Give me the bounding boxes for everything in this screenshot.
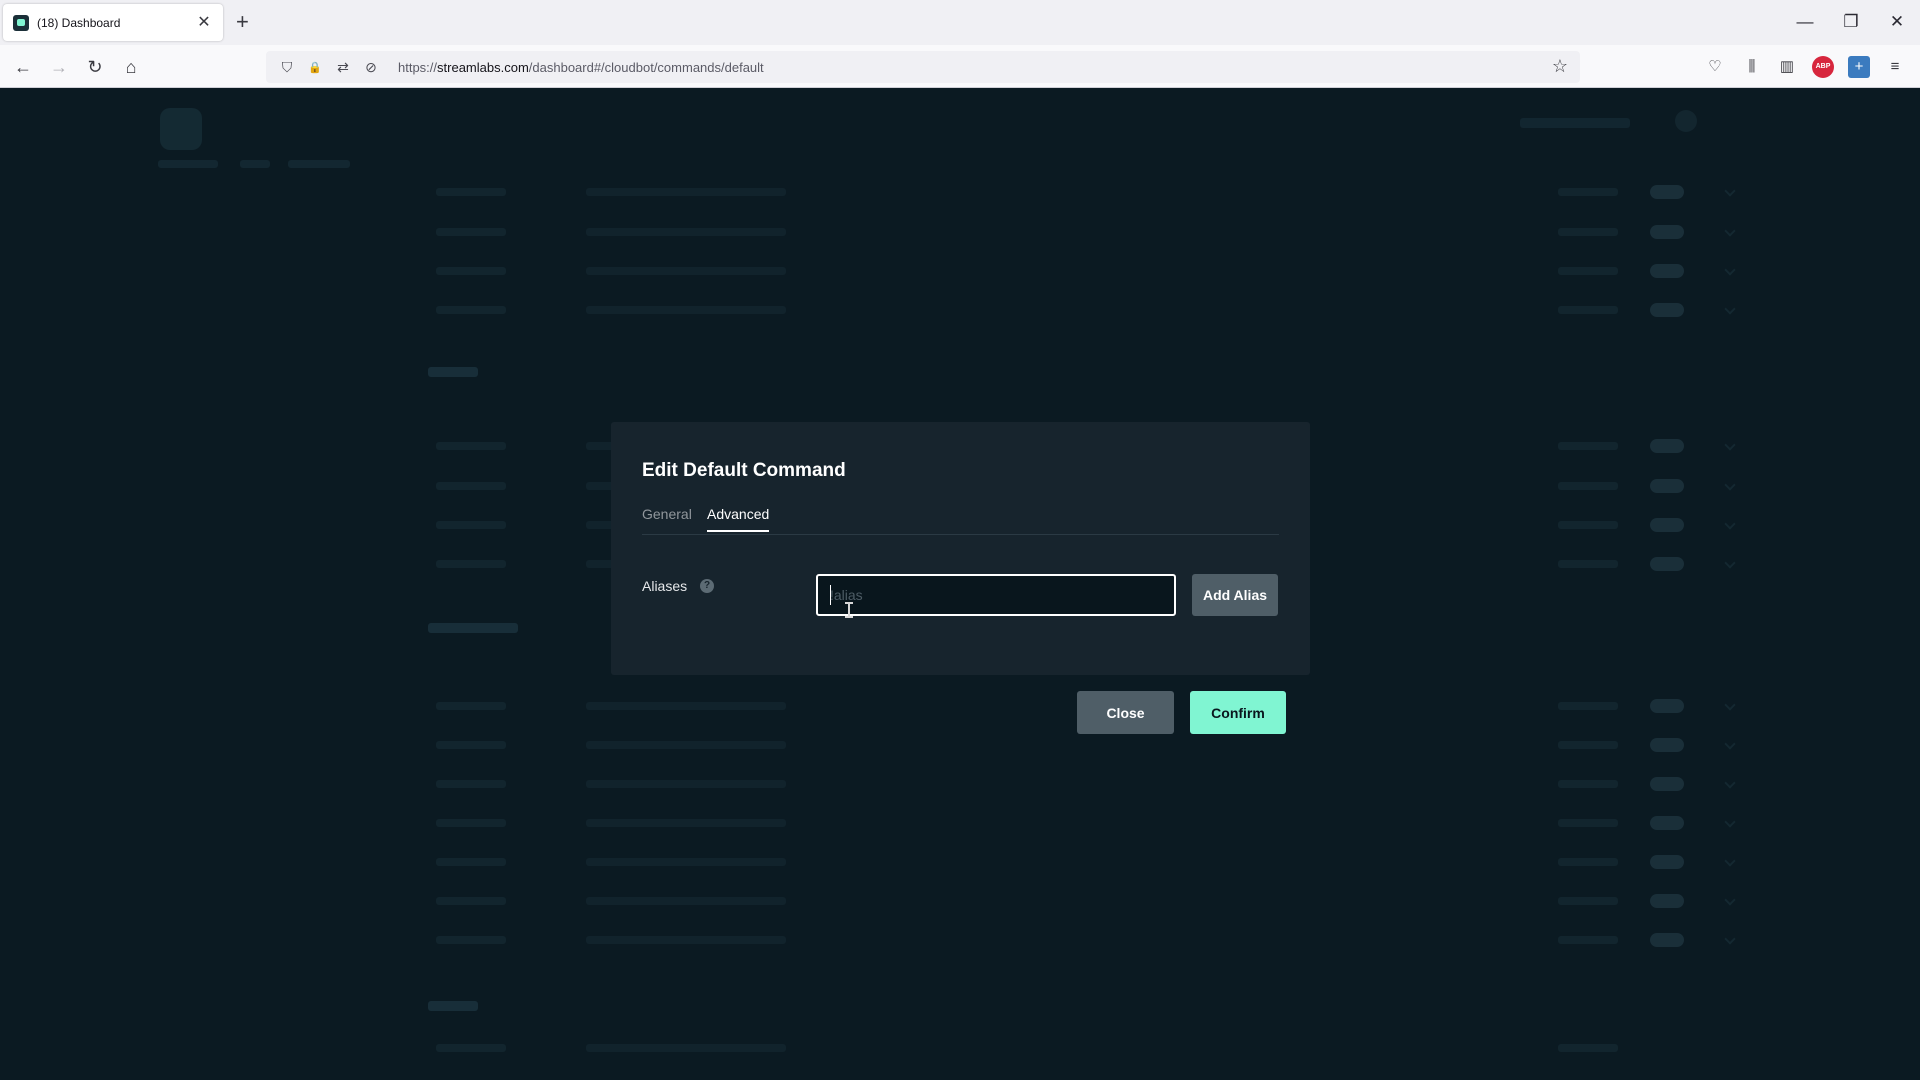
tab-general[interactable]: General — [642, 506, 692, 532]
bg-row — [428, 854, 1758, 870]
pocket-icon[interactable]: ♡ — [1704, 56, 1726, 78]
streamlabs-logo-icon — [160, 108, 202, 150]
add-alias-button[interactable]: Add Alias — [1192, 574, 1278, 616]
url-text: https://streamlabs.com/dashboard#/cloudb… — [398, 60, 764, 75]
home-icon[interactable]: ⌂ — [119, 55, 143, 79]
bg-row — [428, 184, 1758, 200]
ibeam-cursor-icon — [845, 602, 853, 618]
modal-title: Edit Default Command — [642, 460, 846, 481]
streamlabs-icon — [13, 14, 29, 31]
window-close-icon[interactable]: ✕ — [1882, 10, 1912, 34]
shield-icon[interactable]: ⛉ — [276, 59, 298, 76]
url-prefix: https:// — [398, 59, 438, 75]
bg-nav-item — [158, 160, 218, 168]
bg-nav-item — [240, 160, 270, 168]
bg-upgrade-link — [1520, 118, 1630, 128]
restore-icon[interactable]: ❐ — [1836, 10, 1866, 34]
bg-section-heading — [428, 1001, 478, 1011]
bg-row — [428, 932, 1758, 948]
url-path: /dashboard#/cloudbot/commands/default — [528, 59, 764, 75]
bg-row — [428, 776, 1758, 792]
url-bar[interactable]: ⛉ 🔒 ⇄ ⊘ https://streamlabs.com/dashboard… — [266, 51, 1580, 83]
modal-tabs: General Advanced — [642, 501, 1279, 535]
browser-navigation-bar: ← → ↻ ⌂ ⛉ 🔒 ⇄ ⊘ https://streamlabs.com/d… — [0, 45, 1920, 88]
extension-icon[interactable]: + — [1848, 56, 1870, 78]
alias-input[interactable] — [816, 574, 1176, 616]
bg-row — [428, 815, 1758, 831]
bookmark-star-icon[interactable]: ☆ — [1552, 56, 1568, 77]
tab-title: (18) Dashboard — [37, 15, 121, 30]
permissions-icon[interactable]: ⇄ — [332, 59, 354, 76]
help-icon[interactable]: ? — [700, 579, 714, 593]
close-button[interactable]: Close — [1077, 691, 1174, 734]
bg-row — [428, 1040, 1758, 1056]
confirm-button[interactable]: Confirm — [1190, 691, 1286, 734]
library-icon[interactable]: ⫼ — [1741, 56, 1763, 78]
minimize-icon[interactable]: — — [1790, 10, 1820, 34]
reload-icon[interactable]: ↻ — [83, 55, 107, 79]
new-tab-button[interactable]: + — [236, 11, 249, 33]
sidebar-icon[interactable]: ▥ — [1776, 56, 1798, 78]
forward-icon[interactable]: → — [47, 55, 71, 79]
bg-row — [428, 263, 1758, 279]
bg-row — [428, 224, 1758, 240]
close-tab-icon[interactable]: ✕ — [195, 14, 213, 32]
bg-row — [428, 893, 1758, 909]
bg-row — [428, 737, 1758, 753]
bg-section-heading — [428, 623, 518, 633]
back-icon[interactable]: ← — [11, 55, 35, 79]
adblock-icon[interactable]: ABP — [1812, 56, 1834, 78]
aliases-label: Aliases — [642, 578, 688, 594]
avatar — [1675, 110, 1697, 132]
edit-command-modal: Edit Default Command General Advanced Al… — [611, 422, 1310, 675]
browser-tab[interactable]: (18) Dashboard ✕ — [3, 4, 223, 41]
text-caret — [830, 585, 831, 605]
bg-section-heading — [428, 367, 478, 377]
bg-nav-item — [288, 160, 350, 168]
lock-icon[interactable]: 🔒 — [304, 61, 326, 74]
bg-row — [428, 302, 1758, 318]
tracking-icon[interactable]: ⊘ — [360, 59, 382, 76]
menu-icon[interactable]: ≡ — [1884, 56, 1906, 78]
tab-advanced[interactable]: Advanced — [707, 506, 770, 532]
browser-tab-strip: (18) Dashboard ✕ + — ❐ ✕ — [0, 0, 1920, 45]
url-host: streamlabs.com — [437, 59, 529, 75]
